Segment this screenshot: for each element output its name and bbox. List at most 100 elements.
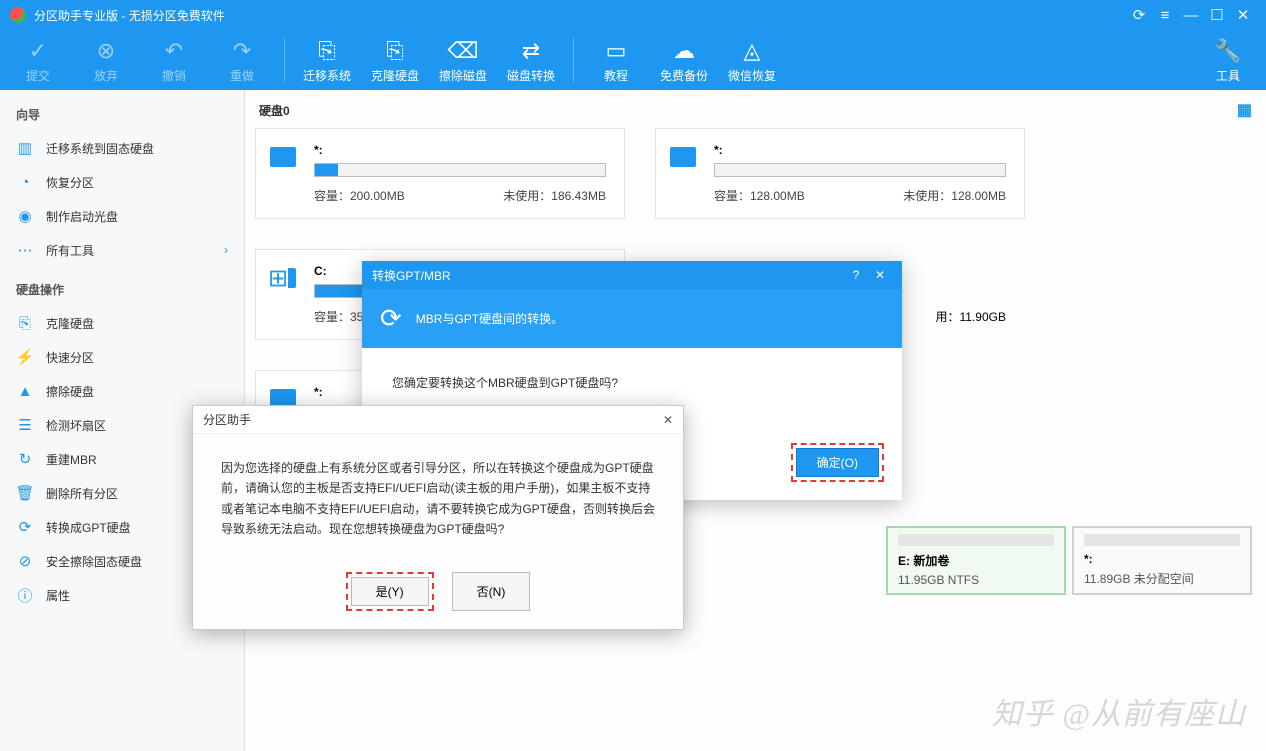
windows-icon bbox=[270, 268, 296, 288]
redo-button: ↷重做 bbox=[208, 31, 276, 89]
delete-all-icon: 🗑 bbox=[16, 484, 34, 502]
maximize-icon[interactable]: ☐ bbox=[1204, 6, 1230, 24]
migrate-icon: ⎘ bbox=[318, 37, 336, 65]
partition-capacity: 容量：200.00MB bbox=[314, 187, 405, 204]
migrate-ssd-icon: ▥ bbox=[16, 139, 34, 157]
sidebar-item-label: 克隆硬盘 bbox=[46, 315, 94, 332]
partition-unused: 用：11.90GB bbox=[936, 308, 1006, 325]
volume-tile[interactable]: *: 11.89GB 未分配空间 bbox=[1072, 526, 1252, 595]
wipe-disk-icon: ▲ bbox=[16, 382, 34, 400]
sidebar-item-label: 转换成GPT硬盘 bbox=[46, 519, 131, 536]
sidebar-header-wizard: 向导 bbox=[0, 98, 244, 131]
migrate-os-button[interactable]: ⎘迁移系统 bbox=[293, 31, 361, 89]
undo-button: ↶撤销 bbox=[140, 31, 208, 89]
discard-button: ⊗放弃 bbox=[72, 31, 140, 89]
help-icon[interactable]: ? bbox=[844, 268, 868, 282]
titlebar: 分区助手专业版 - 无损分区免费软件 ⟳ ≡ — ☐ ✕ bbox=[0, 0, 1266, 30]
volume-name: *: bbox=[1084, 552, 1240, 566]
check-icon: ✓ bbox=[29, 37, 47, 65]
app-logo-icon bbox=[10, 7, 26, 23]
drive-icon bbox=[670, 147, 696, 167]
usage-bar bbox=[314, 163, 606, 177]
close-icon[interactable]: ✕ bbox=[1230, 6, 1256, 24]
properties-icon: ⓘ bbox=[16, 586, 34, 604]
grid-view-icon[interactable]: ▦ bbox=[1237, 100, 1252, 120]
drive-icon bbox=[270, 147, 296, 167]
chevron-right-icon: › bbox=[224, 243, 228, 257]
partition-capacity: 容量：35. bbox=[314, 308, 367, 325]
redo-icon: ↷ bbox=[233, 37, 251, 65]
volume-bar bbox=[898, 534, 1054, 546]
dialog-close-icon[interactable]: ✕ bbox=[663, 413, 673, 427]
tutorial-button[interactable]: ▭教程 bbox=[582, 31, 650, 89]
book-icon: ▭ bbox=[606, 37, 627, 65]
no-button[interactable]: 否(N) bbox=[452, 572, 531, 611]
convert-icon: ⇄ bbox=[522, 37, 540, 65]
dialog-body: 因为您选择的硬盘上有系统分区或者引导分区，所以在转换这个硬盘成为GPT硬盘前，请… bbox=[193, 434, 683, 564]
sidebar-item[interactable]: ⚡ 快速分区 bbox=[0, 340, 244, 374]
cancel-circle-icon: ⊗ bbox=[97, 37, 115, 65]
backup-icon: ☁ bbox=[673, 37, 695, 65]
sidebar-item-label: 重建MBR bbox=[46, 451, 97, 468]
volume-size: 11.89GB 未分配空间 bbox=[1084, 570, 1240, 587]
window-title: 分区助手专业版 - 无损分区免费软件 bbox=[34, 7, 1126, 24]
convert-gpt-icon: ⟳ bbox=[16, 518, 34, 536]
dialog-description: ⟳ MBR与GPT硬盘间的转换。 bbox=[362, 289, 902, 348]
undo-icon: ↶ bbox=[165, 37, 183, 65]
wipe-icon: ⌫ bbox=[447, 37, 478, 65]
clone-disk-button[interactable]: ⎘克隆硬盘 bbox=[361, 31, 429, 89]
refresh-icon[interactable]: ⟳ bbox=[1126, 6, 1152, 24]
partition-card[interactable]: *:容量：128.00MB未使用：128.00MB bbox=[655, 128, 1025, 219]
ok-button[interactable]: 确定(O) bbox=[796, 448, 879, 477]
wrench-icon: 🔧 bbox=[1214, 37, 1241, 65]
partition-unused: 未使用：128.00MB bbox=[903, 187, 1006, 204]
menu-icon[interactable]: ≡ bbox=[1152, 7, 1178, 24]
recover-partition-icon: ◔ bbox=[16, 173, 34, 191]
disk-convert-button[interactable]: ⇄磁盘转换 bbox=[497, 31, 565, 89]
volume-bar bbox=[1084, 534, 1240, 546]
yes-button[interactable]: 是(Y) bbox=[351, 577, 429, 606]
partition-name: *: bbox=[314, 143, 606, 157]
partition-card[interactable]: *:容量：200.00MB未使用：186.43MB bbox=[255, 128, 625, 219]
bad-sector-icon: ☰ bbox=[16, 416, 34, 434]
make-boot-disc-icon: ◉ bbox=[16, 207, 34, 225]
wipe-disk-button[interactable]: ⌫擦除磁盘 bbox=[429, 31, 497, 89]
dialog-titlebar[interactable]: 转换GPT/MBR ? ✕ bbox=[362, 261, 902, 289]
swap-icon: ⟳ bbox=[380, 303, 402, 334]
sidebar-item[interactable]: ▥ 迁移系统到固态硬盘 bbox=[0, 131, 244, 165]
rebuild-mbr-icon: ↻ bbox=[16, 450, 34, 468]
sidebar-item-label: 制作启动光盘 bbox=[46, 208, 118, 225]
volume-tile[interactable]: E: 新加卷 11.95GB NTFS bbox=[886, 526, 1066, 595]
disk-header: 硬盘0 ▦ bbox=[255, 94, 1256, 128]
toolbar: ✓提交 ⊗放弃 ↶撤销 ↷重做 ⎘迁移系统 ⎘克隆硬盘 ⌫擦除磁盘 ⇄磁盘转换 … bbox=[0, 30, 1266, 90]
confirmation-dialog: 分区助手 ✕ 因为您选择的硬盘上有系统分区或者引导分区，所以在转换这个硬盘成为G… bbox=[192, 405, 684, 630]
dialog-title: 转换GPT/MBR bbox=[372, 267, 844, 284]
minimize-icon[interactable]: — bbox=[1178, 7, 1204, 24]
wechat-icon: ◬ bbox=[744, 37, 761, 65]
dialog-title: 分区助手 bbox=[203, 411, 663, 428]
sidebar-item[interactable]: ◉ 制作启动光盘 bbox=[0, 199, 244, 233]
quick-partition-icon: ⚡ bbox=[16, 348, 34, 366]
sidebar-item-label: 所有工具 bbox=[46, 242, 94, 259]
all-tools-icon: ⋯ bbox=[16, 241, 34, 259]
free-backup-button[interactable]: ☁免费备份 bbox=[650, 31, 718, 89]
sidebar-item[interactable]: ◔恢复分区 bbox=[0, 165, 244, 199]
sidebar-item[interactable]: ⋯ 所有工具 › bbox=[0, 233, 244, 267]
sidebar-item[interactable]: ⎘克隆硬盘 bbox=[0, 306, 244, 340]
sidebar-item-label: 迁移系统到固态硬盘 bbox=[46, 140, 154, 157]
sidebar-item[interactable]: ▲ 擦除硬盘 bbox=[0, 374, 244, 408]
dialog-titlebar[interactable]: 分区助手 ✕ bbox=[193, 406, 683, 434]
sidebar-item-label: 擦除硬盘 bbox=[46, 383, 94, 400]
usage-bar bbox=[714, 163, 1006, 177]
ok-highlight: 确定(O) bbox=[791, 443, 884, 482]
sidebar-item-label: 快速分区 bbox=[46, 349, 94, 366]
secure-erase-icon: ⊘ bbox=[16, 552, 34, 570]
volume-name: E: 新加卷 bbox=[898, 552, 1054, 569]
partition-name: *: bbox=[714, 143, 1006, 157]
clone-icon: ⎘ bbox=[386, 37, 404, 65]
sidebar-item-label: 安全擦除固态硬盘 bbox=[46, 553, 142, 570]
volume-size: 11.95GB NTFS bbox=[898, 573, 1054, 587]
wechat-recover-button[interactable]: ◬微信恢复 bbox=[718, 31, 786, 89]
tools-button[interactable]: 🔧工具 bbox=[1194, 31, 1262, 89]
dialog-close-icon[interactable]: ✕ bbox=[868, 268, 892, 282]
